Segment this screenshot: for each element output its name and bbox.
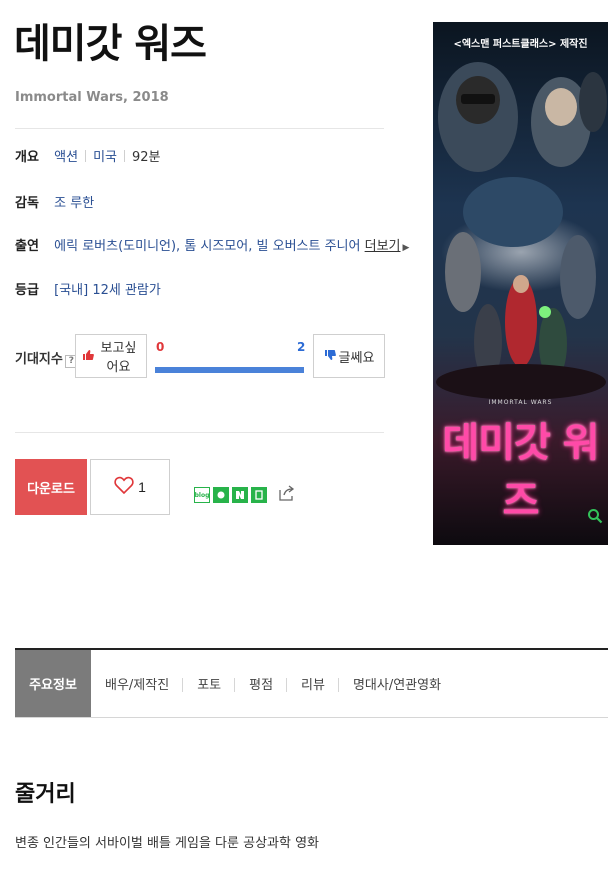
tab-label: 평점 — [249, 678, 274, 693]
divider — [15, 432, 384, 433]
director-row: 감독 조 루한 — [15, 194, 94, 214]
tab-rating[interactable]: 평점 — [235, 650, 288, 717]
thumb-up-icon — [82, 349, 94, 364]
poster-logo-subtitle: IMMORTAL WARS — [488, 399, 553, 406]
rating-row: 등급 [국내] 12세 관람가 — [15, 281, 161, 301]
want-count: 0 — [156, 340, 165, 354]
band-share-icon[interactable] — [213, 487, 229, 503]
like-count: 1 — [138, 479, 146, 495]
tab-main-info[interactable]: 주요정보 — [15, 650, 91, 717]
movie-poster[interactable]: <엑스맨 퍼스트클래스> 제작진 IMMORTAL WARS 데미갓 워즈 — [433, 22, 608, 545]
naver-share-icon[interactable] — [232, 487, 248, 503]
tab-photo[interactable]: 포토 — [183, 650, 236, 717]
rating-label: 등급 — [15, 283, 39, 298]
memo-share-icon[interactable] — [251, 487, 267, 503]
overview-row: 개요 액션 미국 92분 — [15, 148, 161, 168]
want-to-see-label: 보고싶어요 — [100, 340, 137, 374]
tab-bar: 주요정보 배우/제작진 포토 평점 리뷰 명대사/연관영화 — [15, 648, 608, 718]
want-to-see-button[interactable]: 보고싶어요 — [75, 334, 147, 378]
expectation-label-text: 기대지수 — [15, 352, 63, 367]
country-link[interactable]: 미국 — [93, 150, 117, 165]
movie-subtitle: Immortal Wars, 2018 — [15, 90, 169, 105]
tab-label: 포토 — [197, 678, 222, 693]
magnifier-icon[interactable] — [587, 508, 603, 524]
poster-tagline: <엑스맨 퍼스트클래스> 제작진 — [453, 38, 588, 50]
cast-row: 출연 에릭 로버츠(도미니언), 톰 시즈모어, 빌 오버스트 주니어 더보기 ▶ — [15, 237, 409, 257]
chevron-right-icon: ▶ — [402, 243, 410, 253]
download-button[interactable]: 다운로드 — [15, 459, 87, 515]
cast-more-link[interactable]: 더보기 — [365, 239, 401, 254]
expectation-gauge — [155, 367, 304, 373]
blog-share-icon[interactable]: blog — [194, 487, 210, 503]
movie-title: 데미갓 워즈 — [14, 21, 207, 67]
thumb-down-icon — [324, 349, 336, 364]
not-sure-button[interactable]: 글쎄요 — [313, 334, 385, 378]
synopsis-text: 변종 인간들의 서바이벌 배틀 게임을 다룬 공상과학 영화 — [15, 836, 320, 851]
like-button[interactable]: 1 — [90, 459, 170, 515]
share-icons: blog — [194, 487, 267, 503]
tab-cast-crew[interactable]: 배우/제작진 — [91, 650, 184, 717]
director-label: 감독 — [15, 196, 39, 211]
not-sure-label: 글쎄요 — [338, 349, 375, 365]
tab-quotes-related[interactable]: 명대사/연관영화 — [339, 650, 455, 717]
no-count: 2 — [297, 340, 306, 354]
cast-label: 출연 — [15, 239, 39, 254]
expectation-label: 기대지수? — [15, 348, 78, 368]
runtime: 92분 — [131, 150, 161, 165]
poster-title: 데미갓 워즈 — [442, 420, 599, 524]
director-link[interactable]: 조 루한 — [54, 196, 94, 211]
tab-review[interactable]: 리뷰 — [287, 650, 339, 717]
overview-label: 개요 — [15, 150, 39, 165]
expectation-gauge-fill — [155, 367, 304, 373]
tab-label: 명대사/연관영화 — [352, 678, 442, 693]
synopsis-heading: 줄거리 — [15, 782, 76, 807]
tab-label: 배우/제작진 — [105, 678, 170, 693]
share-icon[interactable] — [278, 484, 296, 502]
divider — [15, 128, 384, 129]
separator — [123, 150, 125, 162]
genre-link[interactable]: 액션 — [54, 150, 78, 165]
heart-icon — [114, 476, 134, 498]
tab-label: 리뷰 — [301, 678, 325, 693]
separator — [85, 150, 87, 162]
cast-links[interactable]: 에릭 로버츠(도미니언), 톰 시즈모어, 빌 오버스트 주니어 — [54, 239, 360, 254]
rating-link[interactable]: [국내] 12세 관람가 — [54, 283, 161, 298]
